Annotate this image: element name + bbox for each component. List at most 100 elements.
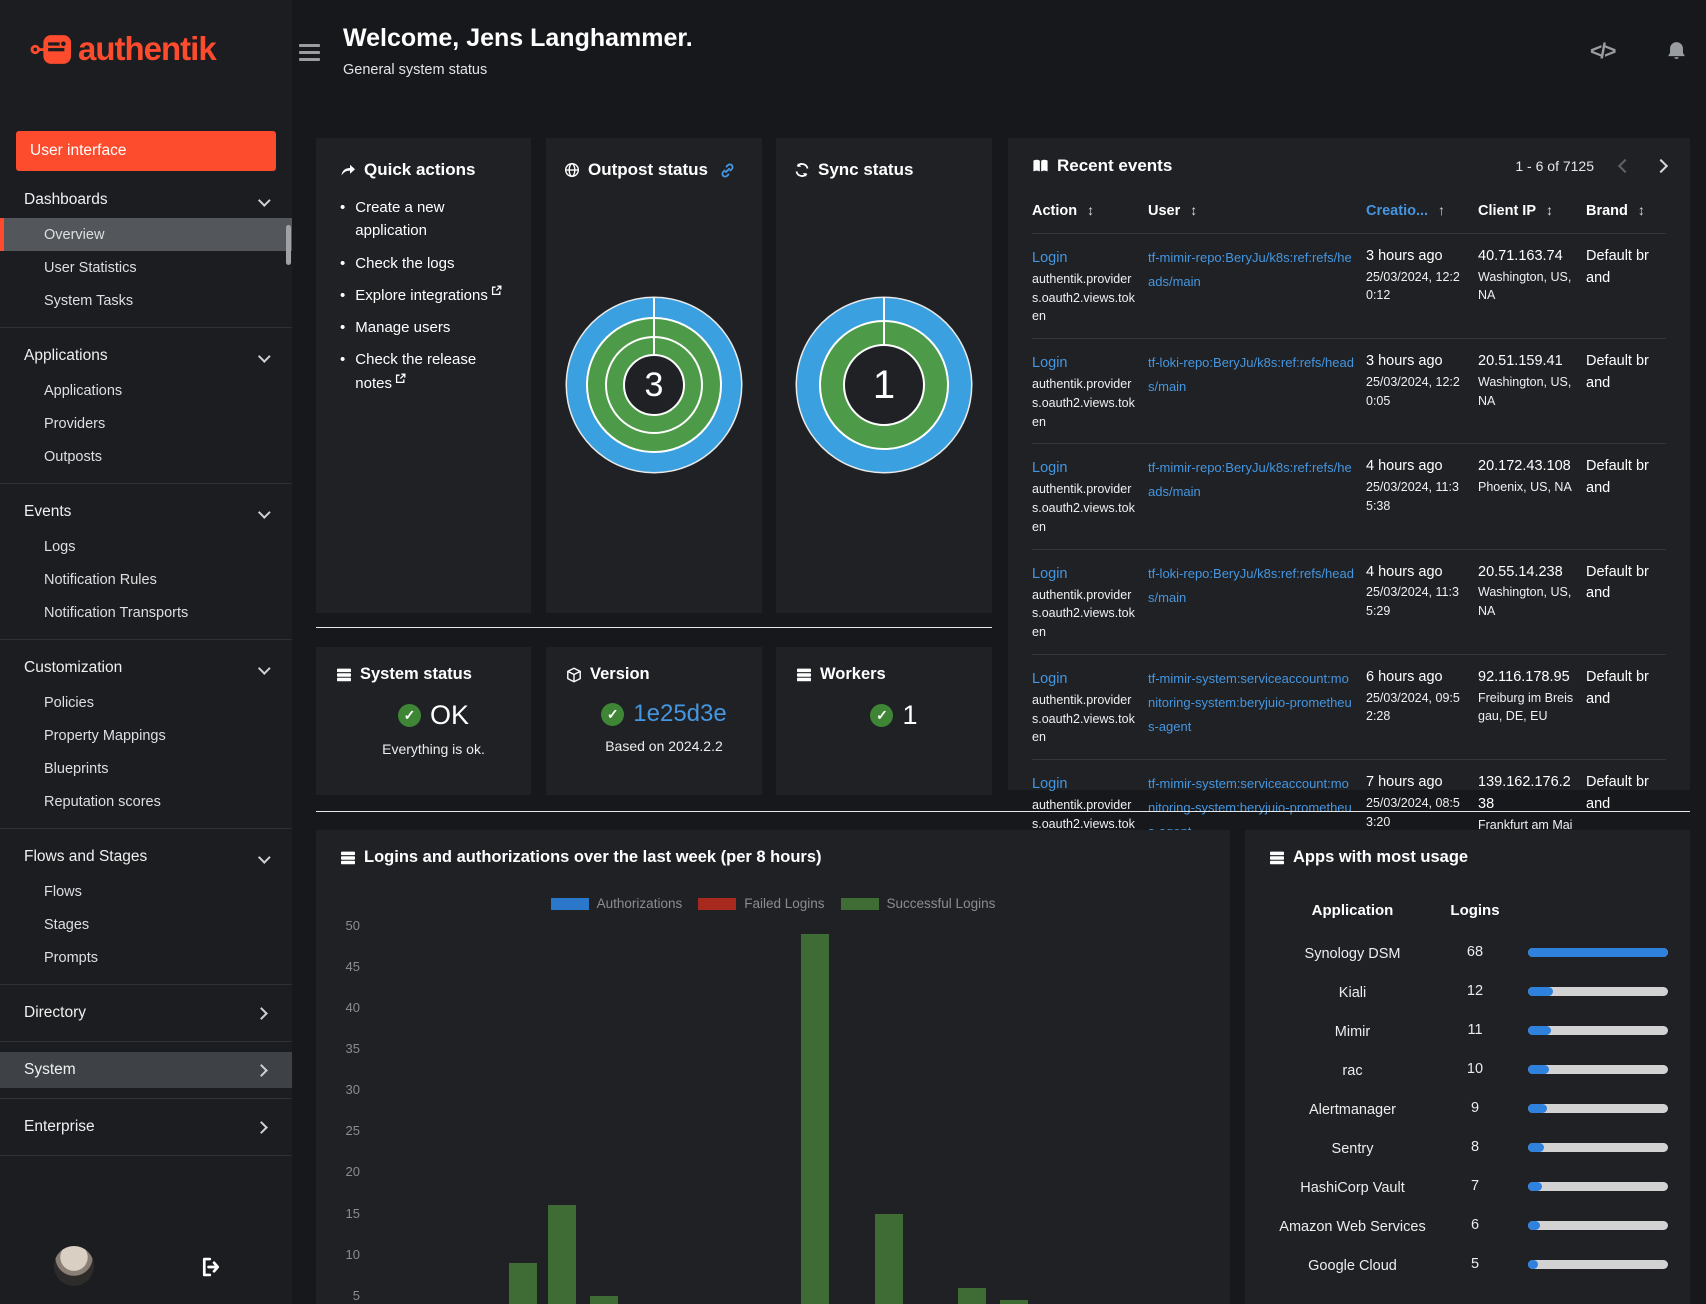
sidebar-item-blueprints[interactable]: Blueprints <box>0 752 292 785</box>
event-creation-cell: 4 hours ago 25/03/2024, 11:35:38 <box>1366 456 1478 536</box>
y-axis-tick: 40 <box>345 999 360 1015</box>
column-header-brand[interactable]: Brand ↕ <box>1586 200 1666 223</box>
sidebar-item-outposts[interactable]: Outposts <box>0 440 292 473</box>
sidebar-section-enterprise[interactable]: Enterprise <box>0 1109 292 1145</box>
sidebar-section-events[interactable]: Events <box>0 494 292 530</box>
event-user-link[interactable]: tf-loki-repo:BeryJu/k8s:ref:refs/heads/m… <box>1148 566 1354 605</box>
event-creation-cell: 6 hours ago 25/03/2024, 09:52:28 <box>1366 667 1478 747</box>
app-logins: 10 <box>1466 1061 1484 1077</box>
sidebar-section-flows-and-stages[interactable]: Flows and Stages <box>0 839 292 875</box>
sort-asc-icon[interactable]: ↑ <box>1438 202 1445 218</box>
sidebar-item-reputation-scores[interactable]: Reputation scores <box>0 785 292 818</box>
sidebar-item-system-tasks[interactable]: System Tasks <box>0 284 292 317</box>
y-axis-tick: 15 <box>345 1205 360 1221</box>
sidebar-section-directory[interactable]: Directory <box>0 995 292 1031</box>
version-caption: Based on 2024.2.2 <box>605 738 723 754</box>
avatar[interactable] <box>54 1246 94 1286</box>
sidebar-item-applications[interactable]: Applications <box>0 374 292 407</box>
pagination-next-icon[interactable] <box>1653 158 1669 174</box>
code-icon[interactable]: </> <box>1590 40 1616 64</box>
sidebar-section-applications[interactable]: Applications <box>0 338 292 374</box>
version-value[interactable]: 1e25d3e <box>633 700 726 728</box>
sync-icon <box>794 162 810 178</box>
event-user-cell: tf-loki-repo:BeryJu/k8s:ref:refs/heads/m… <box>1148 562 1366 642</box>
event-action-link[interactable]: Login <box>1032 458 1067 480</box>
page-subtitle: General system status <box>343 62 488 78</box>
quick-action-create-a-new-application[interactable]: • Create a new application <box>340 196 513 243</box>
table-row: Login authentik.providers.oauth2.views.to… <box>1032 338 1666 443</box>
link-icon[interactable] <box>720 162 735 178</box>
recent-events-card: Recent events 1 - 6 of 7125 Action ↕ User ↕… <box>1008 138 1690 903</box>
app-logins: 12 <box>1466 983 1484 999</box>
sort-icon[interactable]: ↕ <box>1546 202 1553 218</box>
list-item: Synology DSM 68 <box>1265 941 1675 980</box>
quick-action-label: Check the release notes <box>355 351 477 392</box>
event-user-link[interactable]: tf-loki-repo:BeryJu/k8s:ref:refs/heads/m… <box>1148 355 1354 394</box>
event-user-link[interactable]: tf-mimir-repo:BeryJu/k8s:ref:refs/heads/… <box>1148 460 1352 499</box>
event-geo: Phoenix, US, NA <box>1478 480 1572 494</box>
event-action-link[interactable]: Login <box>1032 774 1067 796</box>
bullet-icon: • <box>340 319 346 336</box>
event-timestamp: 25/03/2024, 12:20:12 <box>1366 269 1460 303</box>
sidebar-item-overview[interactable]: Overview <box>0 218 292 251</box>
event-user-link[interactable]: tf-mimir-repo:BeryJu/k8s:ref:refs/heads/… <box>1148 250 1352 289</box>
column-header-client-ip[interactable]: Client IP ↕ <box>1478 200 1586 223</box>
quick-action-manage-users[interactable]: • Manage users <box>340 316 513 339</box>
app-usage-bar <box>1510 1175 1675 1191</box>
chevron-down-icon <box>257 193 271 207</box>
menu-icon[interactable] <box>299 44 320 65</box>
sort-icon[interactable]: ↕ <box>1190 202 1197 218</box>
sidebar-item-user-statistics[interactable]: User Statistics <box>0 251 292 284</box>
quick-action-check-the-release-notes[interactable]: • Check the release notes <box>340 348 513 395</box>
event-action-link[interactable]: Login <box>1032 669 1067 691</box>
sidebar-item-stages[interactable]: Stages <box>0 908 292 941</box>
sidebar-section-dashboards[interactable]: Dashboards <box>0 182 292 218</box>
sidebar-item-flows[interactable]: Flows <box>0 875 292 908</box>
pagination-prev-icon[interactable] <box>1617 158 1633 174</box>
apps-column-application: Application <box>1311 902 1394 919</box>
progress-fill <box>1528 1104 1547 1113</box>
quick-action-check-the-logs[interactable]: • Check the logs <box>340 252 513 275</box>
event-action-link[interactable]: Login <box>1032 248 1067 270</box>
event-time-ago: 3 hours ago <box>1366 247 1443 264</box>
y-axis-tick: 45 <box>345 958 360 974</box>
column-header-action[interactable]: Action ↕ <box>1032 200 1148 223</box>
column-header-creatio[interactable]: Creatio... ↑ <box>1366 200 1478 223</box>
sidebar-item-notification-rules[interactable]: Notification Rules <box>0 563 292 596</box>
system-status-title: System status <box>360 665 472 683</box>
sidebar-item-prompts[interactable]: Prompts <box>0 941 292 974</box>
bell-icon[interactable] <box>1664 39 1689 64</box>
table-row: Login authentik.providers.oauth2.views.to… <box>1032 232 1666 338</box>
sort-icon[interactable]: ↕ <box>1087 202 1094 218</box>
app-name: Google Cloud <box>1308 1258 1397 1274</box>
quick-action-explore-integrations[interactable]: • Explore integrations <box>340 284 513 307</box>
sidebar-item-notification-transports[interactable]: Notification Transports <box>0 596 292 629</box>
user-interface-button[interactable]: User interface <box>16 131 276 171</box>
progress-fill <box>1528 1182 1543 1191</box>
sidebar-section-customization[interactable]: Customization <box>0 650 292 686</box>
column-header-user[interactable]: User ↕ <box>1148 200 1366 223</box>
event-user-link[interactable]: tf-mimir-system:serviceaccount:monitorin… <box>1148 671 1352 734</box>
book-icon <box>1032 158 1049 174</box>
sidebar-section-system[interactable]: System <box>0 1052 292 1088</box>
event-action-cell: Login authentik.providers.oauth2.views.to… <box>1032 351 1148 431</box>
sidebar-item-logs[interactable]: Logs <box>0 530 292 563</box>
sidebar-item-property-mappings[interactable]: Property Mappings <box>0 719 292 752</box>
sidebar-item-providers[interactable]: Providers <box>0 407 292 440</box>
sidebar-item-policies[interactable]: Policies <box>0 686 292 719</box>
event-action-link[interactable]: Login <box>1032 353 1067 375</box>
progress-track <box>1528 1026 1668 1035</box>
chevron-down-icon <box>257 505 271 519</box>
event-client-ip-cell: 20.55.14.238 Washington, US, NA <box>1478 562 1586 642</box>
event-brand: Default brand <box>1586 668 1649 707</box>
event-action-link[interactable]: Login <box>1032 564 1067 586</box>
event-timestamp: 25/03/2024, 11:35:29 <box>1366 585 1459 618</box>
event-action-cell: Login authentik.providers.oauth2.views.to… <box>1032 667 1148 747</box>
sidebar-scrollbar[interactable] <box>286 225 291 265</box>
app-usage-bar <box>1510 1058 1675 1074</box>
app-logins: 8 <box>1470 1139 1480 1155</box>
sort-icon[interactable]: ↕ <box>1638 202 1645 218</box>
event-client-ip: 20.172.43.108 <box>1478 458 1571 475</box>
cube-icon <box>566 667 582 683</box>
sign-out-icon[interactable] <box>200 1256 222 1278</box>
